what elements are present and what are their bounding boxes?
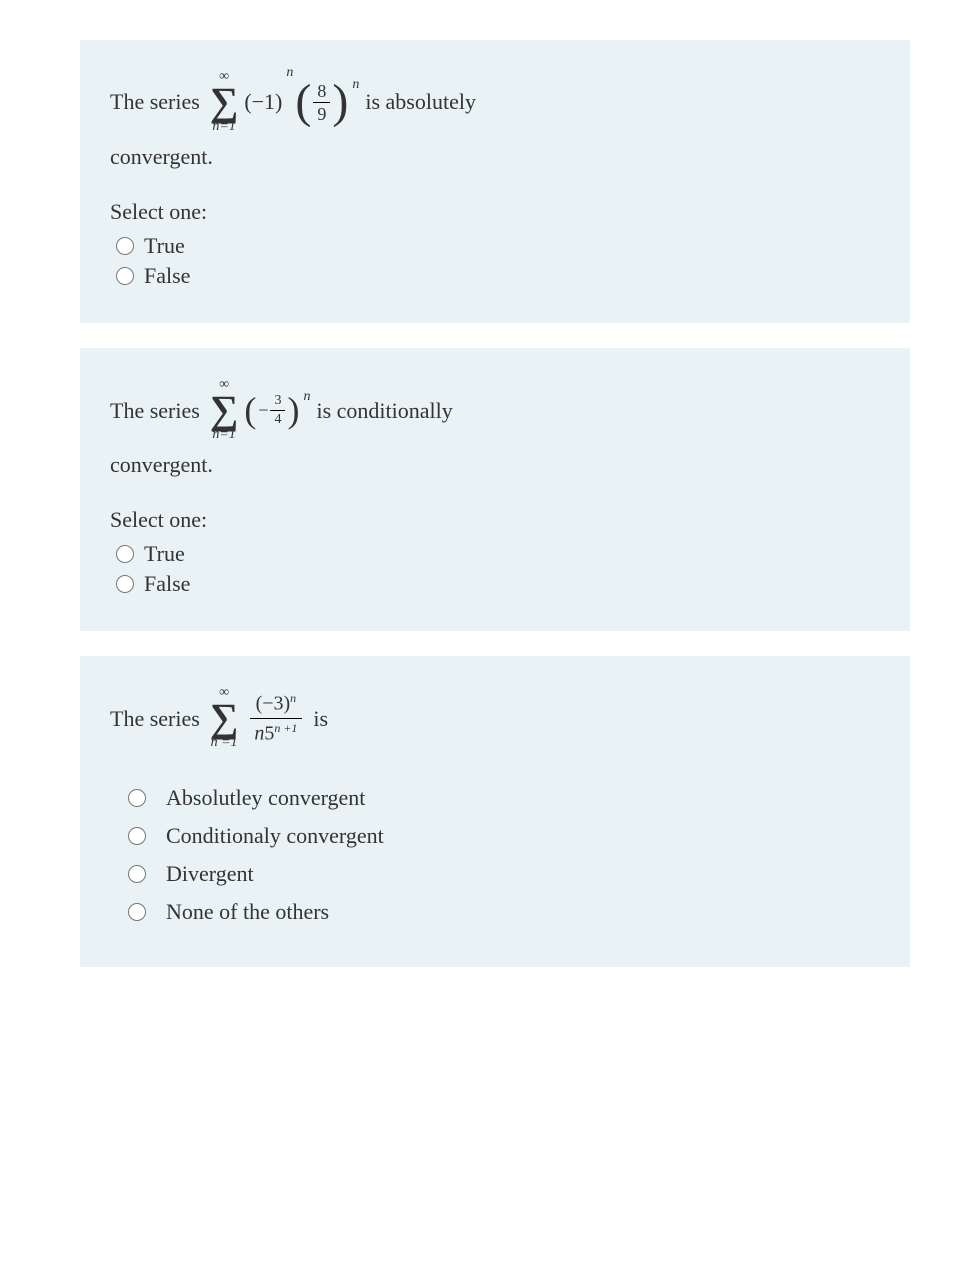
q1-math: ∞ ∑ n=1 (−1) n ( 8 9 ) n — [206, 70, 360, 134]
q2-radio-false[interactable] — [116, 575, 134, 593]
q3-text: The series ∞ ∑ n =1 (−3)n n5n +1 is — [110, 686, 880, 750]
q1-radio-false[interactable] — [116, 267, 134, 285]
q3-radio-2[interactable] — [128, 827, 146, 845]
q1-radio-true[interactable] — [116, 237, 134, 255]
q2-text-after: is conditionally — [316, 393, 452, 428]
q3-radio-3[interactable] — [128, 865, 146, 883]
q3-text-before: The series — [110, 701, 200, 736]
q2-radio-true[interactable] — [116, 545, 134, 563]
question-3: The series ∞ ∑ n =1 (−3)n n5n +1 is Abso… — [80, 656, 910, 967]
sigma-symbol: ∞ ∑ n=1 — [210, 378, 239, 442]
q1-prompt: Select one: — [110, 199, 880, 225]
q3-option-2[interactable]: Conditionaly convergent — [110, 823, 880, 849]
q2-option-false[interactable]: False — [110, 571, 880, 597]
q1-text-before: The series — [110, 84, 200, 119]
sigma-symbol: ∞ ∑ n =1 — [210, 686, 239, 750]
q2-option-true[interactable]: True — [110, 541, 880, 567]
q2-text: The series ∞ ∑ n=1 ( − 3 4 ) n is condit… — [110, 378, 880, 442]
q3-radio-1[interactable] — [128, 789, 146, 807]
q3-text-after: is — [313, 701, 328, 736]
q1-text: The series ∞ ∑ n=1 (−1) n ( 8 9 ) n is a… — [110, 70, 880, 134]
q3-fraction: (−3)n n5n +1 — [248, 692, 303, 744]
q1-option-true[interactable]: True — [110, 233, 880, 259]
q2-text-before: The series — [110, 393, 200, 428]
q2-prompt: Select one: — [110, 507, 880, 533]
sigma-symbol: ∞ ∑ n=1 — [210, 70, 239, 134]
q3-radio-4[interactable] — [128, 903, 146, 921]
q1-text-after: is absolutely — [365, 84, 476, 119]
question-1: The series ∞ ∑ n=1 (−1) n ( 8 9 ) n is a… — [80, 40, 910, 323]
q2-math: ∞ ∑ n=1 ( − 3 4 ) n — [206, 378, 311, 442]
q3-option-1[interactable]: Absolutley convergent — [110, 785, 880, 811]
q2-text-line2: convergent. — [110, 447, 880, 482]
q1-option-false[interactable]: False — [110, 263, 880, 289]
q1-text-line2: convergent. — [110, 139, 880, 174]
q1-fraction: ( 8 9 ) n — [295, 82, 359, 123]
question-2: The series ∞ ∑ n=1 ( − 3 4 ) n is condit… — [80, 348, 910, 631]
q2-fraction: ( − 3 4 ) n — [244, 394, 310, 427]
q3-option-4[interactable]: None of the others — [110, 899, 880, 925]
q3-math: ∞ ∑ n =1 (−3)n n5n +1 — [206, 686, 308, 750]
q3-option-3[interactable]: Divergent — [110, 861, 880, 887]
